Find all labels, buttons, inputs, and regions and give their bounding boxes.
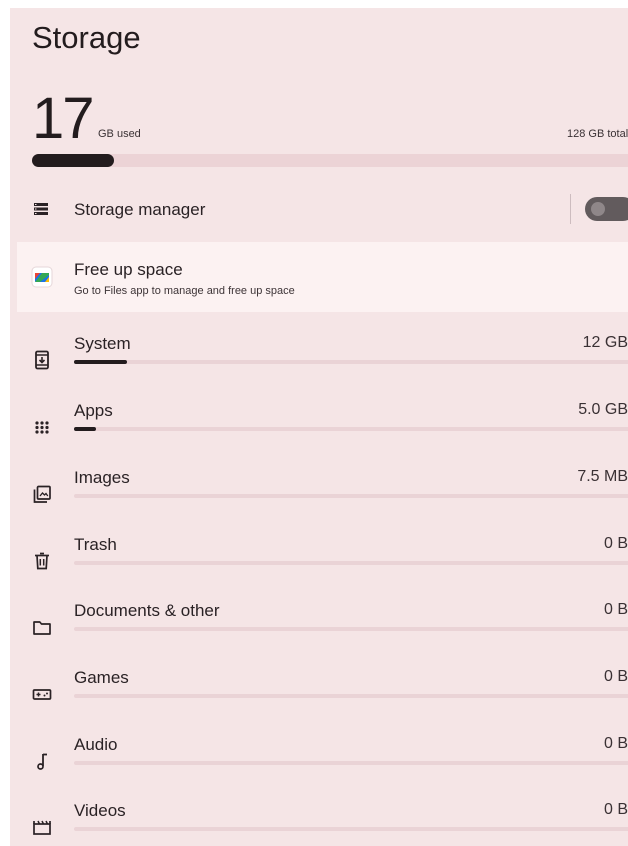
images-icon: [32, 484, 52, 504]
category-row-images[interactable]: Images 7.5 MB: [10, 468, 628, 534]
free-up-space-title: Free up space: [74, 260, 183, 279]
category-usage-bar-fill: [74, 360, 127, 364]
category-size: 12 GB: [582, 334, 628, 351]
category-usage-bar: [74, 360, 628, 364]
category-usage-bar: [74, 561, 628, 565]
total-storage-label: 128 GB total: [567, 128, 628, 140]
category-size: 5.0 GB: [578, 401, 628, 418]
category-label: Games: [74, 668, 129, 687]
storage-panel: Storage 17 GB used 128 GB total Storage …: [10, 8, 628, 846]
category-size: 0 B: [603, 601, 628, 618]
category-usage-bar: [74, 627, 628, 631]
category-size: 0 B: [603, 535, 628, 552]
storage-usage-bar-fill: [32, 154, 115, 167]
video-clapper-icon: [32, 817, 52, 837]
apps-grid-icon: [32, 417, 52, 437]
category-label: Documents & other: [74, 601, 220, 620]
category-usage-bar: [74, 694, 628, 698]
category-label: Trash: [74, 535, 117, 554]
category-label: Images: [74, 468, 130, 487]
category-usage-bar: [74, 494, 628, 498]
category-row-system[interactable]: System 12 GB: [10, 334, 628, 400]
category-usage-bar-fill: [74, 427, 97, 431]
category-label: Audio: [74, 735, 118, 754]
folder-icon: [32, 617, 52, 637]
toggle-knob: [591, 202, 605, 216]
category-row-audio[interactable]: Audio 0 B: [10, 735, 628, 801]
storage-usage-bar: [32, 154, 628, 167]
category-size: 0 B: [603, 801, 628, 818]
category-size: 0 B: [603, 735, 628, 752]
system-update-icon: [32, 350, 52, 370]
trash-icon: [32, 551, 52, 571]
category-label: Videos: [74, 801, 126, 820]
gamepad-icon: [32, 684, 52, 704]
category-label: Apps: [74, 401, 113, 420]
files-app-icon: [31, 266, 53, 288]
category-label: System: [74, 334, 131, 353]
category-row-apps[interactable]: Apps 5.0 GB: [10, 401, 628, 467]
free-up-space-row[interactable]: Free up space Go to Files app to manage …: [17, 242, 628, 312]
category-row-games[interactable]: Games 0 B: [10, 668, 628, 734]
page-title: Storage: [32, 20, 141, 55]
category-row-documents[interactable]: Documents & other 0 B: [10, 601, 628, 667]
storage-manager-label: Storage manager: [74, 200, 206, 219]
used-storage-value: 17: [32, 86, 94, 151]
music-note-icon: [32, 751, 52, 771]
category-usage-bar: [74, 827, 628, 831]
divider: [570, 194, 571, 224]
storage-manager-row[interactable]: Storage manager: [10, 188, 628, 232]
category-usage-bar: [74, 761, 628, 765]
category-usage-bar: [74, 427, 628, 431]
storage-list-icon: [32, 200, 50, 218]
free-up-space-subtitle: Go to Files app to manage and free up sp…: [74, 285, 295, 297]
category-row-videos[interactable]: Videos 0 B: [10, 801, 628, 846]
storage-manager-toggle[interactable]: [585, 197, 628, 221]
used-storage-unit: GB used: [98, 128, 141, 140]
category-size: 0 B: [603, 668, 628, 685]
category-size: 7.5 MB: [577, 468, 628, 485]
category-row-trash[interactable]: Trash 0 B: [10, 535, 628, 601]
